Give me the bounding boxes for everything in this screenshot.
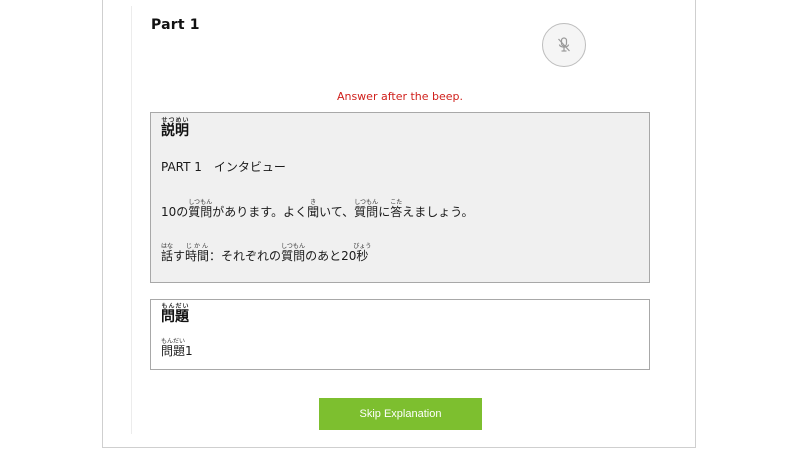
explanation-heading: 説明せつめい <box>161 117 189 139</box>
explanation-line-1: 10の質問しつもんがあります。よく聞きいて、質問しつもんに答こたえましょう。 <box>161 199 474 219</box>
skip-explanation-button[interactable]: Skip Explanation <box>319 398 482 430</box>
question-item: 問題もんだい1 <box>161 338 193 358</box>
instruction-text: Answer after the beep. <box>336 90 464 103</box>
part-title: Part 1 <box>151 17 200 33</box>
microphone-button[interactable] <box>542 23 586 67</box>
explanation-line-2: 話はなす時間じかん：それぞれの質問しつもんのあと20秒びょう <box>161 243 372 263</box>
question-panel: 問題もんだい 問題もんだい1 <box>150 299 650 370</box>
question-heading: 問題もんだい <box>161 303 189 325</box>
microphone-off-icon <box>557 37 571 53</box>
frame-divider <box>131 6 132 434</box>
part-line: PART 1 インタビュー <box>161 160 286 174</box>
explanation-panel: 説明せつめい PART 1 インタビュー 10の質問しつもんがあります。よく聞き… <box>150 112 650 283</box>
